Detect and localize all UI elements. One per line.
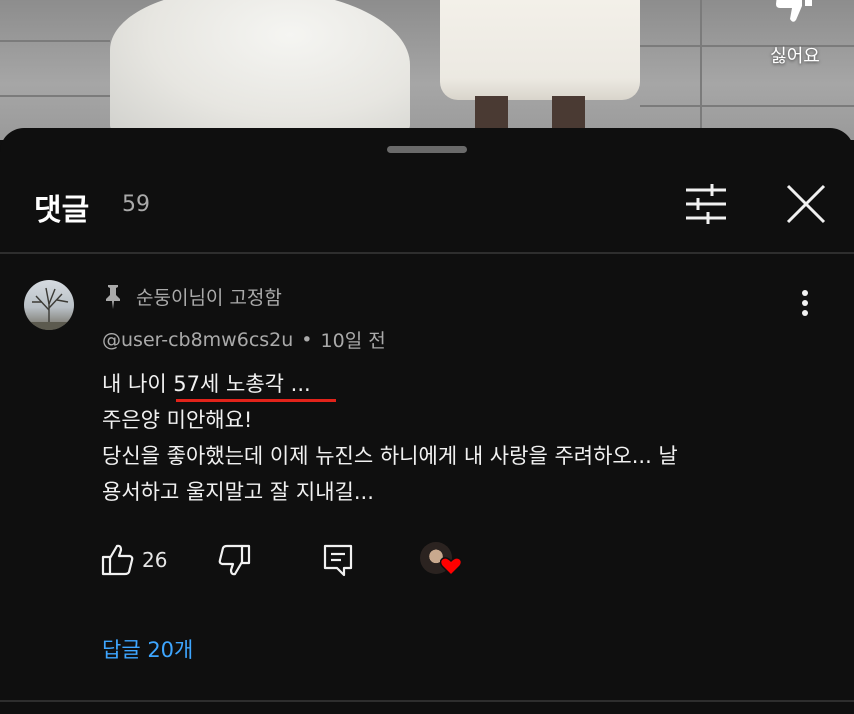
like-button[interactable] (100, 542, 136, 578)
comments-sheet: 댓글 59 순둥이님이 고정함 @user-cb8mw6cs2u • 10일 전… (0, 128, 854, 714)
drag-handle[interactable] (387, 146, 467, 153)
dislike-button[interactable] (216, 542, 252, 578)
video-dislike-button[interactable]: 싫어요 (760, 0, 830, 80)
comment-meta: @user-cb8mw6cs2u • 10일 전 (102, 326, 386, 353)
thumbs-down-icon (776, 0, 812, 22)
video-frame-coat (110, 0, 410, 140)
reply-button[interactable] (320, 542, 356, 578)
comment-line: 당신을 좋아했는데 이제 뉴진스 하니에게 내 사랑을 주려하오... 날 (102, 444, 678, 468)
pavement-line (0, 95, 110, 97)
comment-author[interactable]: @user-cb8mw6cs2u (102, 329, 293, 351)
pavement-line (700, 0, 702, 140)
thumbs-down-icon (218, 544, 251, 576)
comments-title: 댓글 (34, 193, 90, 228)
tree-avatar-image (24, 287, 74, 330)
heart-icon (440, 557, 462, 576)
comments-count: 59 (122, 192, 150, 217)
close-icon (786, 184, 826, 224)
comment-text: 내 나이 57세 노총각 ... 주은양 미안해요! 당신을 좋아했는데 이제 … (102, 366, 762, 510)
creator-heart-badge (420, 542, 464, 582)
red-underline-annotation (176, 399, 336, 402)
thumbs-up-icon (101, 544, 134, 576)
pavement-line (0, 40, 110, 42)
more-vertical-icon (802, 290, 808, 316)
like-count: 26 (142, 548, 168, 572)
close-button[interactable] (782, 182, 830, 226)
reply-comment-icon (323, 544, 353, 577)
meta-separator: • (301, 328, 313, 351)
pinned-label: 순둥이님이 고정함 (136, 286, 282, 309)
pavement-line (640, 105, 854, 107)
dislike-label: 싫어요 (770, 46, 820, 67)
view-replies-link[interactable]: 답글 20개 (102, 634, 193, 664)
comment-line: 용서하고 울지말고 잘 지내길... (102, 480, 374, 504)
avatar[interactable] (24, 280, 74, 330)
comment-line: 주은양 미안해요! (102, 408, 253, 432)
comment-more-button[interactable] (790, 280, 820, 328)
pinned-indicator: 순둥이님이 고정함 (102, 280, 282, 312)
video-frame-skirt (440, 0, 640, 100)
comment-item: 순둥이님이 고정함 @user-cb8mw6cs2u • 10일 전 내 나이 … (0, 254, 854, 694)
comment-time: 10일 전 (320, 330, 386, 352)
sort-filter-button[interactable] (682, 182, 730, 226)
comment-line: 내 나이 57세 노총각 ... (102, 372, 311, 396)
comments-header: 댓글 59 (0, 168, 854, 254)
sliders-icon (686, 184, 726, 224)
pin-icon (106, 285, 120, 309)
comment-divider (0, 700, 854, 702)
video-player[interactable]: 싫어요 (0, 0, 854, 140)
